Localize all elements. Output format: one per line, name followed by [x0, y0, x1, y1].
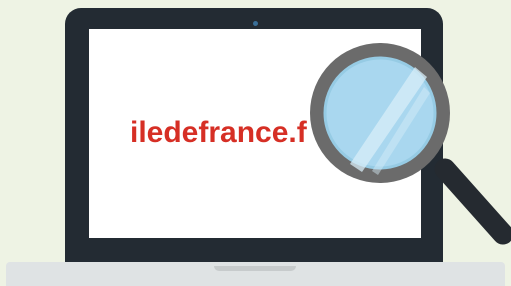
magnifying-glass-icon — [310, 43, 511, 245]
laptop-search-illustration: iledefrance.f — [0, 0, 511, 286]
magnifier-handle — [434, 158, 511, 245]
